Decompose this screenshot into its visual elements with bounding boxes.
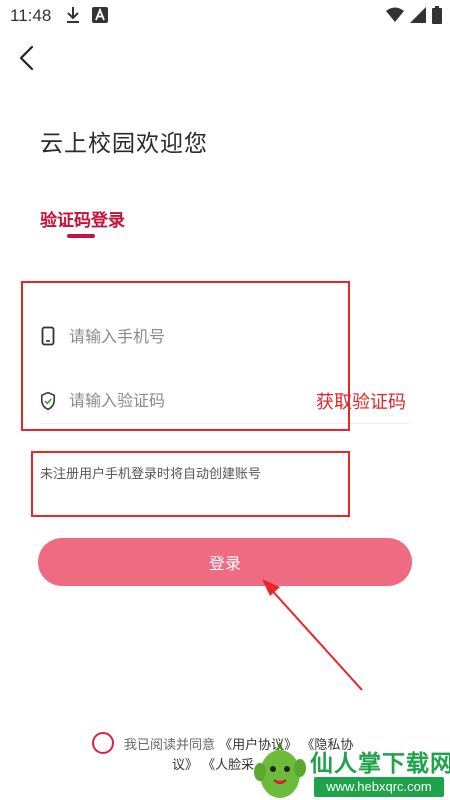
status-time: 11:48 xyxy=(10,6,52,25)
annotation-box-notice xyxy=(31,451,350,517)
battery-icon xyxy=(432,6,442,28)
download-icon xyxy=(66,6,80,28)
face-agreement-link[interactable]: 《人脸采 xyxy=(202,758,254,773)
back-arrow-icon xyxy=(16,45,42,76)
annotation-box-inputs xyxy=(21,281,350,431)
watermark-title: 仙人掌下载网 xyxy=(310,751,450,777)
tab-indicator xyxy=(67,234,95,238)
status-bar: 11:48 xyxy=(0,0,450,34)
back-button[interactable] xyxy=(16,44,42,72)
watermark-url: www.hebxqrc.com xyxy=(314,777,444,797)
agree-checkbox[interactable] xyxy=(92,732,114,754)
a-notification-icon xyxy=(92,7,108,27)
register-notice: 未注册用户手机登录时将自动创建账号 xyxy=(40,467,262,482)
annotation-arrow xyxy=(262,579,363,691)
watermark: 仙人掌下载网 www.hebxqrc.com xyxy=(252,742,450,800)
tab-code-login[interactable]: 验证码登录 xyxy=(40,206,125,231)
agreement-prefix: 我已阅读并同意 xyxy=(124,738,216,753)
system-icons xyxy=(386,6,442,28)
signal-icon xyxy=(410,7,426,27)
agreement-line-2: 议》 《人脸采 xyxy=(172,754,254,773)
wifi-icon xyxy=(386,7,404,27)
privacy-link-part2[interactable]: 议》 xyxy=(172,758,198,773)
notification-icons xyxy=(66,6,108,28)
cactus-logo-icon xyxy=(254,742,306,798)
page-title: 云上校园欢迎您 xyxy=(40,131,208,157)
